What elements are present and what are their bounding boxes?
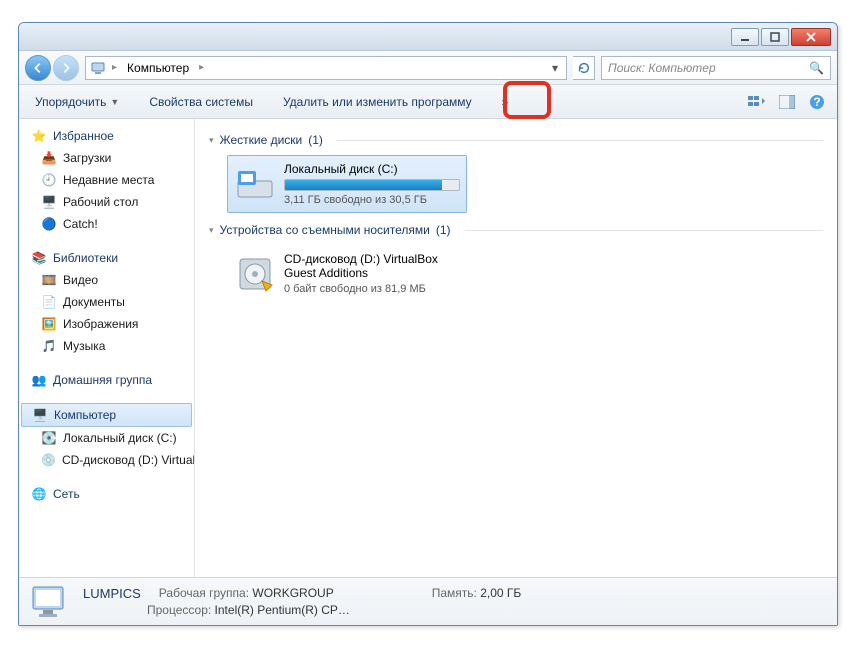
drive-free-text: 0 байт свободно из 81,9 МБ — [284, 283, 460, 295]
breadcrumb-computer[interactable]: Компьютер — [123, 59, 193, 77]
titlebar — [19, 23, 837, 51]
sidebar-item-catch[interactable]: 🔵Catch! — [19, 213, 194, 235]
sidebar-homegroup-header[interactable]: 👥Домашняя группа — [19, 369, 194, 391]
recent-icon: 🕘 — [41, 172, 57, 188]
star-icon: ⭐ — [31, 128, 47, 144]
toolbar-overflow-button[interactable]: » — [496, 91, 515, 113]
chevron-down-icon: ▾ — [209, 225, 214, 236]
toolbar: Упорядочить ▼ Свойства системы Удалить и… — [19, 85, 837, 119]
sidebar-item-cd-drive[interactable]: 💿CD-дисковод (D:) VirtualBox Guest Addit… — [19, 449, 194, 471]
chevron-down-icon: ▾ — [209, 135, 214, 146]
address-bar[interactable]: ▸ Компьютер ▸ ▾ — [85, 56, 567, 80]
computer-icon — [29, 583, 71, 621]
hdd-icon: 💽 — [41, 430, 57, 446]
sidebar-item-pictures[interactable]: 🖼️Изображения — [19, 313, 194, 335]
search-icon: 🔍 — [809, 61, 824, 75]
chevron-right-icon: ▸ — [112, 62, 117, 73]
minimize-button[interactable] — [731, 28, 759, 46]
sidebar-item-local-disk[interactable]: 💽Локальный диск (C:) — [19, 427, 194, 449]
cd-icon: 💿 — [41, 452, 56, 468]
search-box[interactable]: Поиск: Компьютер 🔍 — [601, 56, 831, 80]
back-button[interactable] — [25, 55, 51, 81]
sidebar-favorites-header[interactable]: ⭐Избранное — [19, 125, 194, 147]
sidebar-item-documents[interactable]: 📄Документы — [19, 291, 194, 313]
view-options-button[interactable] — [747, 92, 767, 112]
drive-name: CD-дисковод (D:) VirtualBox Guest Additi… — [284, 252, 460, 280]
preview-pane-button[interactable] — [777, 92, 797, 112]
section-hard-drives[interactable]: ▾ Жесткие диски (1) — [209, 133, 823, 147]
section-removable[interactable]: ▾ Устройства со съемными носителями (1) — [209, 223, 823, 237]
desktop-icon: 🖥️ — [41, 194, 57, 210]
sidebar-network-header[interactable]: 🌐Сеть — [19, 483, 194, 505]
svg-text:?: ? — [813, 95, 820, 109]
hdd-icon — [234, 163, 276, 205]
cd-icon — [234, 253, 276, 295]
pictures-icon: 🖼️ — [41, 316, 57, 332]
documents-icon: 📄 — [41, 294, 57, 310]
libraries-icon: 📚 — [31, 250, 47, 266]
status-computer-name: LUMPICS — [83, 586, 141, 601]
sidebar-item-desktop[interactable]: 🖥️Рабочий стол — [19, 191, 194, 213]
computer-icon — [90, 60, 106, 76]
drive-cd-d[interactable]: CD-дисковод (D:) VirtualBox Guest Additi… — [227, 245, 467, 302]
catch-icon: 🔵 — [41, 216, 57, 232]
computer-icon: 🖥️ — [32, 407, 48, 423]
address-dropdown[interactable]: ▾ — [548, 61, 562, 75]
organize-menu[interactable]: Упорядочить ▼ — [29, 91, 125, 113]
help-button[interactable]: ? — [807, 92, 827, 112]
uninstall-program-button[interactable]: Удалить или изменить программу — [277, 91, 478, 113]
close-button[interactable] — [791, 28, 831, 46]
sidebar-computer-header[interactable]: 🖥️Компьютер — [21, 403, 192, 427]
body: ⭐Избранное 📥Загрузки 🕘Недавние места 🖥️Р… — [19, 119, 837, 577]
chevron-right-icon: ▸ — [199, 62, 204, 73]
statusbar: LUMPICS Рабочая группа: WORKGROUP Память… — [19, 577, 837, 625]
maximize-button[interactable] — [761, 28, 789, 46]
homegroup-icon: 👥 — [31, 372, 47, 388]
drive-free-text: 3,11 ГБ свободно из 30,5 ГБ — [284, 194, 460, 206]
drive-name: Локальный диск (C:) — [284, 162, 460, 176]
sidebar-libraries-header[interactable]: 📚Библиотеки — [19, 247, 194, 269]
drive-usage-bar — [284, 179, 460, 191]
search-placeholder: Поиск: Компьютер — [608, 61, 716, 75]
network-icon: 🌐 — [31, 486, 47, 502]
forward-button[interactable] — [53, 55, 79, 81]
video-icon: 🎞️ — [41, 272, 57, 288]
sidebar-item-video[interactable]: 🎞️Видео — [19, 269, 194, 291]
sidebar: ⭐Избранное 📥Загрузки 🕘Недавние места 🖥️Р… — [19, 119, 195, 577]
system-properties-button[interactable]: Свойства системы — [143, 91, 259, 113]
drive-local-c[interactable]: Локальный диск (C:) 3,11 ГБ свободно из … — [227, 155, 467, 213]
explorer-window: ▸ Компьютер ▸ ▾ Поиск: Компьютер 🔍 Упоря… — [18, 22, 838, 626]
navbar: ▸ Компьютер ▸ ▾ Поиск: Компьютер 🔍 — [19, 51, 837, 85]
sidebar-item-music[interactable]: 🎵Музыка — [19, 335, 194, 357]
sidebar-item-downloads[interactable]: 📥Загрузки — [19, 147, 194, 169]
sidebar-item-recent[interactable]: 🕘Недавние места — [19, 169, 194, 191]
music-icon: 🎵 — [41, 338, 57, 354]
downloads-icon: 📥 — [41, 150, 57, 166]
content-pane: ▾ Жесткие диски (1) Локальный диск (C:) … — [195, 119, 837, 577]
refresh-button[interactable] — [573, 56, 595, 80]
